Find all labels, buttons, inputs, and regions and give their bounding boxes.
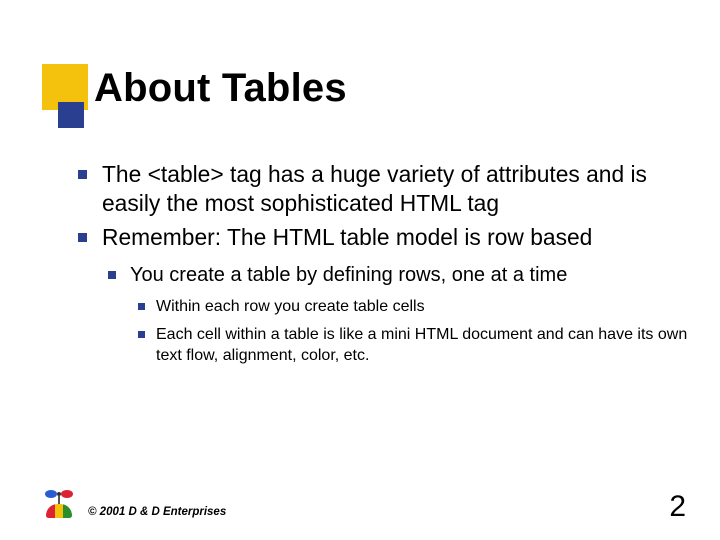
bullet-item: Remember: The HTML table model is row ba… <box>74 223 690 367</box>
slide-body: The <table> tag has a huge variety of at… <box>74 160 690 375</box>
bullet-text: Each cell within a table is like a mini … <box>156 326 687 365</box>
bullet-item: The <table> tag has a huge variety of at… <box>74 160 690 217</box>
slide-title: About Tables <box>94 66 347 111</box>
accent-square-blue <box>58 102 84 128</box>
bullet-text: You create a table by defining rows, one… <box>130 264 567 286</box>
bullet-sublist: Within each row you create table cells E… <box>130 296 690 367</box>
bullet-item: Each cell within a table is like a mini … <box>130 324 690 367</box>
slide-footer: © 2001 D & D Enterprises 2 <box>0 474 720 524</box>
copyright-text: © 2001 D & D Enterprises <box>88 506 226 518</box>
bullet-list: The <table> tag has a huge variety of at… <box>74 160 690 367</box>
beanie-logo-icon <box>36 482 80 522</box>
bullet-text: Within each row you create table cells <box>156 298 425 315</box>
slide: About Tables The <table> tag has a huge … <box>0 0 720 540</box>
bullet-sublist: You create a table by defining rows, one… <box>102 262 690 367</box>
bullet-text: Remember: The HTML table model is row ba… <box>102 224 592 250</box>
page-number: 2 <box>669 490 686 524</box>
bullet-item: You create a table by defining rows, one… <box>102 262 690 367</box>
bullet-item: Within each row you create table cells <box>130 296 690 318</box>
bullet-text: The <table> tag has a huge variety of at… <box>102 161 647 216</box>
